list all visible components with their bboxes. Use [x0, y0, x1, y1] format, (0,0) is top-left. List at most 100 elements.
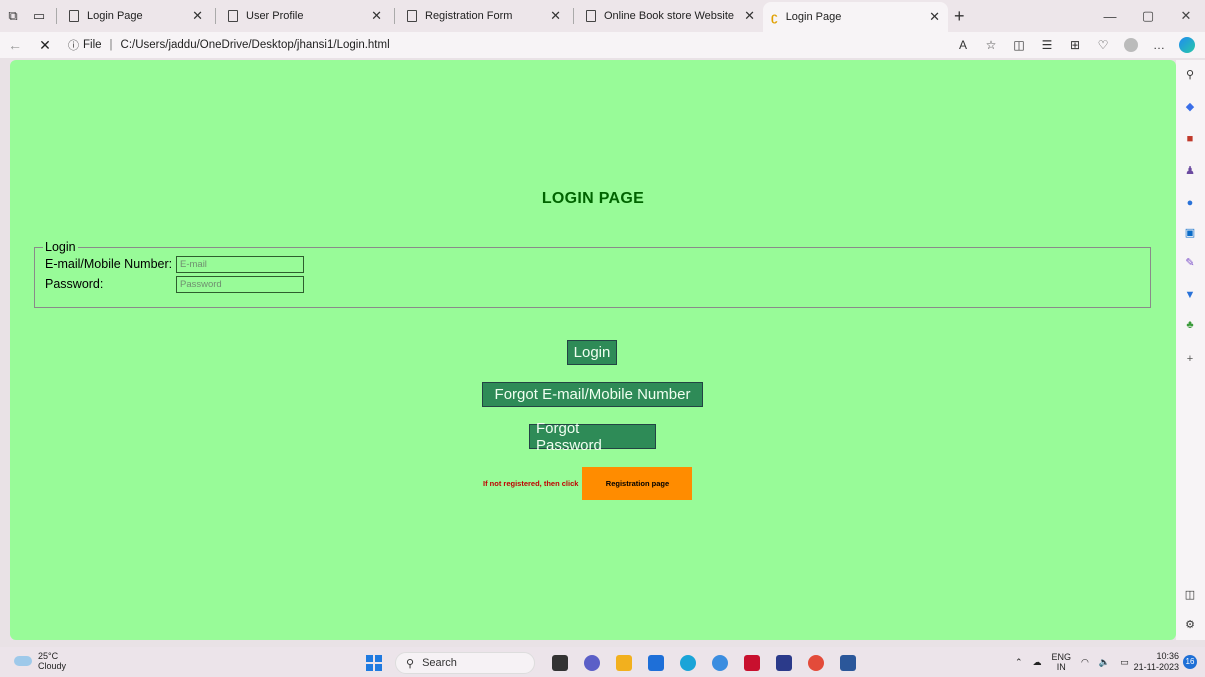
favorite-star-icon[interactable]: ☆: [977, 38, 1005, 52]
close-tab-icon[interactable]: ✕: [192, 8, 203, 24]
password-field[interactable]: [176, 275, 304, 293]
tab-separator: [56, 8, 57, 24]
back-icon[interactable]: ←: [0, 37, 30, 53]
favorites-icon[interactable]: ☰: [1033, 38, 1061, 52]
page-icon: [407, 10, 417, 22]
password-label: Password:: [45, 277, 104, 291]
new-tab-button[interactable]: +: [954, 6, 965, 27]
tab-login-page-active[interactable]: ʗ Login Page ✕: [763, 2, 948, 32]
chrome-canary-icon[interactable]: [712, 655, 728, 671]
info-icon[interactable]: ⓘ: [68, 37, 79, 53]
microsoft-365-icon[interactable]: ●: [1183, 196, 1197, 210]
close-window-icon[interactable]: ✕: [1167, 8, 1205, 24]
clock-time: 10:36: [1156, 651, 1179, 661]
taskbar-search[interactable]: ⚲ Search: [395, 652, 535, 674]
tab-title: User Profile: [246, 10, 304, 22]
window-controls: — ▢ ✕: [1091, 0, 1205, 32]
password-row: Password:: [45, 274, 1140, 294]
notification-badge[interactable]: 16: [1183, 655, 1197, 669]
copilot-icon[interactable]: [1179, 37, 1195, 53]
tab-actions-icon[interactable]: ▭: [26, 0, 52, 32]
task-view-icon[interactable]: [552, 655, 568, 671]
login-button[interactable]: Login: [567, 340, 617, 365]
login-fieldset: Login E-mail/Mobile Number: Password:: [34, 240, 1151, 308]
sidebar-settings-icon[interactable]: ⚙: [1183, 618, 1197, 632]
browser-toolbar: A ☆ ◫ ☰ ⊞ ♡ …: [949, 37, 1201, 53]
profile-avatar[interactable]: [1124, 38, 1138, 52]
stop-loading-icon[interactable]: ✕: [30, 37, 60, 54]
lang-top: ENG: [1051, 652, 1072, 662]
tools-briefcase-icon[interactable]: ■: [1183, 132, 1197, 146]
drop-icon[interactable]: ▼: [1183, 288, 1197, 302]
address-bar-row: ← ✕ ⓘ File | C:/Users/jaddu/OneDrive/Des…: [0, 32, 1205, 58]
email-row: E-mail/Mobile Number:: [45, 254, 1140, 274]
register-prompt: If not registered, then click: [483, 479, 579, 488]
tab-login-page[interactable]: Login Page ✕: [61, 3, 211, 29]
page-title: LOGIN PAGE: [541, 190, 645, 207]
loading-icon: ʗ: [771, 10, 778, 24]
show-hidden-icons-icon[interactable]: ⌃: [1015, 657, 1023, 668]
read-aloud-icon[interactable]: A: [949, 38, 977, 52]
divider: |: [109, 39, 113, 51]
more-options-icon[interactable]: …: [1145, 38, 1173, 52]
games-icon[interactable]: ♟: [1183, 164, 1197, 178]
store-icon[interactable]: [776, 655, 792, 671]
tab-separator: [573, 8, 574, 24]
tab-title: Login Page: [87, 10, 143, 22]
workspaces-icon[interactable]: ⧉: [0, 0, 26, 32]
restore-icon[interactable]: ▢: [1129, 8, 1167, 24]
page-icon: [586, 10, 596, 22]
file-explorer-icon[interactable]: [616, 655, 632, 671]
forgot-password-button[interactable]: Forgot Password: [529, 420, 656, 454]
weather-widget[interactable]: 25°C Cloudy: [14, 651, 66, 671]
chrome-icon[interactable]: [808, 655, 824, 671]
tab-title: Registration Form: [425, 10, 513, 22]
page-viewport: LOGIN PAGE Login E-mail/Mobile Number: P…: [10, 60, 1176, 640]
close-tab-icon[interactable]: ✕: [550, 8, 561, 24]
tab-title: Online Book store Website: [604, 10, 735, 22]
close-tab-icon[interactable]: ✕: [371, 8, 382, 24]
hide-sidebar-icon[interactable]: ◫: [1183, 588, 1197, 602]
cloud-icon: [14, 656, 32, 666]
prime-video-icon[interactable]: [648, 655, 664, 671]
sidebar-search-icon[interactable]: ⚲: [1183, 68, 1197, 82]
edge-sidebar: ⚲ ◆ ■ ♟ ● ▣ ✎ ▼ ♣ + ◫ ⚙: [1176, 60, 1205, 640]
search-icon: ⚲: [406, 657, 415, 670]
tab-separator: [215, 8, 216, 24]
close-tab-icon[interactable]: ✕: [744, 8, 755, 24]
word-icon[interactable]: [840, 655, 856, 671]
tab-online-book-store[interactable]: Online Book store Website ✕: [578, 3, 763, 29]
weather-temp: 25°C: [38, 651, 59, 661]
windows-start-icon[interactable]: [366, 655, 382, 671]
add-sidebar-app-icon[interactable]: +: [1183, 352, 1197, 366]
designer-icon[interactable]: ✎: [1183, 256, 1197, 270]
tab-user-profile[interactable]: User Profile ✕: [220, 3, 390, 29]
battery-icon[interactable]: ▭: [1120, 657, 1129, 668]
tab-separator: [394, 8, 395, 24]
browser-essentials-icon[interactable]: ♡: [1089, 38, 1117, 52]
clock[interactable]: 10:36 21-11-2023: [1134, 651, 1179, 673]
language-indicator[interactable]: ENG IN: [1052, 652, 1072, 672]
split-screen-icon[interactable]: ◫: [1005, 38, 1033, 52]
tree-icon[interactable]: ♣: [1183, 318, 1197, 332]
registration-page-button[interactable]: Registration page: [582, 467, 693, 500]
mcafee-icon[interactable]: [744, 655, 760, 671]
close-tab-icon[interactable]: ✕: [929, 9, 940, 25]
windows-taskbar: 25°C Cloudy ⚲ Search ⌃ ☁ ENG IN ◠ 🔈 ▭ 10…: [0, 647, 1205, 677]
onedrive-cloud-icon[interactable]: ☁: [1033, 657, 1042, 668]
outlook-icon[interactable]: ▣: [1183, 226, 1197, 240]
collections-icon[interactable]: ⊞: [1061, 38, 1089, 52]
minimize-icon[interactable]: —: [1091, 9, 1129, 24]
page-icon: [69, 10, 79, 22]
wifi-icon[interactable]: ◠: [1081, 657, 1089, 668]
edge-browser-icon[interactable]: [680, 655, 696, 671]
email-field[interactable]: [176, 255, 304, 273]
tab-title: Login Page: [785, 11, 842, 23]
teams-chat-icon[interactable]: [584, 655, 600, 671]
shopping-tag-icon[interactable]: ◆: [1183, 100, 1197, 114]
clock-date: 21-11-2023: [1133, 662, 1179, 672]
address-bar[interactable]: ⓘ File | C:/Users/jaddu/OneDrive/Desktop…: [68, 37, 888, 53]
volume-icon[interactable]: 🔈: [1099, 657, 1110, 668]
tab-registration-form[interactable]: Registration Form ✕: [399, 3, 569, 29]
forgot-email-button[interactable]: Forgot E-mail/Mobile Number: [482, 382, 703, 407]
